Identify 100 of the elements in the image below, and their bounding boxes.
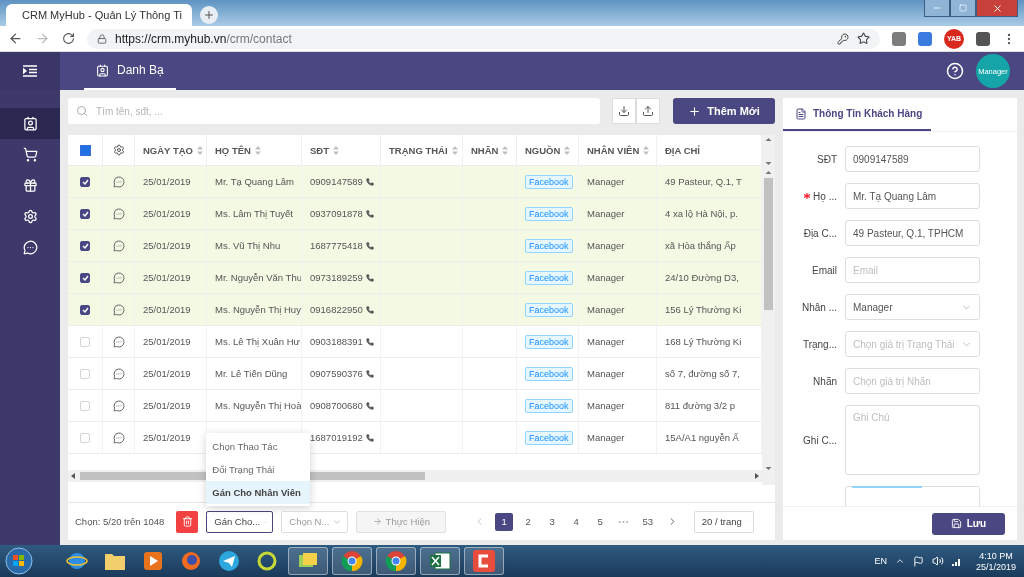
download-button[interactable] [612, 98, 636, 124]
spreadsheet-icon [429, 551, 451, 571]
chevron-up-icon[interactable] [894, 556, 905, 566]
page-button[interactable]: 4 [567, 512, 586, 531]
selection-count: Chọn: 5/20 trên 1048 [75, 516, 165, 527]
close-icon [991, 2, 1003, 14]
row-checkbox[interactable] [80, 272, 90, 283]
plus-icon [203, 9, 215, 21]
name-cell: Mr. Tạ Quang Lâm [215, 176, 295, 187]
field-label: SĐT [817, 153, 837, 165]
page-button[interactable]: 2 [519, 512, 538, 531]
staff-cell: Manager [587, 208, 625, 219]
globe-icon [180, 550, 202, 572]
column-header: ĐỊA CHỈ [665, 144, 700, 156]
delete-button[interactable] [176, 510, 199, 533]
row-checkbox[interactable] [80, 176, 90, 187]
source-tag: Facebook [525, 366, 573, 381]
chat-icon[interactable] [112, 239, 125, 252]
signal-icon[interactable] [951, 556, 962, 566]
menu-icon [23, 65, 37, 77]
menu-item[interactable]: Chọn Thao Tác [206, 434, 311, 458]
column-header: NHÃN [471, 144, 499, 156]
start-button[interactable] [4, 546, 34, 576]
phone-icon[interactable] [365, 337, 374, 346]
chat-icon[interactable] [112, 303, 125, 316]
sidebar-item[interactable] [0, 108, 60, 139]
clock-date[interactable]: 25/1/2019 [975, 561, 1016, 572]
phone-icon[interactable] [365, 241, 374, 250]
upload-field[interactable] [845, 486, 980, 506]
document-icon [795, 107, 807, 120]
circle-logo-icon [341, 550, 363, 572]
action-select[interactable]: Gán Cho... [206, 510, 274, 533]
page-button[interactable]: 3 [543, 512, 562, 531]
page-button[interactable]: 53 [638, 512, 657, 531]
select-field[interactable]: Manager [845, 294, 980, 320]
arrow-right-icon [372, 517, 382, 526]
field-label: Nhân ... [801, 301, 837, 313]
chat-icon[interactable] [112, 175, 125, 188]
address-cell: xã Hòa thắng Ấp [665, 240, 736, 251]
menu-item[interactable]: Đổi Trạng Thái [206, 457, 311, 481]
globe-icon [66, 550, 88, 572]
chat-icon[interactable] [112, 399, 125, 412]
add-new-button[interactable]: Thêm Mới [673, 98, 775, 124]
phone-icon[interactable] [365, 369, 374, 378]
taskbar-button[interactable] [464, 547, 504, 575]
star-icon[interactable] [857, 32, 870, 45]
input-field[interactable]: Mr. Tạ Quang Lâm [845, 183, 980, 209]
chat-icon[interactable] [112, 271, 125, 284]
chat-icon[interactable] [112, 207, 125, 220]
browser-tab[interactable]: CRM MyHub - Quản Lý Thông Ti [6, 4, 192, 26]
source-tag: Facebook [525, 270, 573, 285]
phone-icon[interactable] [365, 305, 374, 314]
phone-icon[interactable] [365, 433, 374, 442]
key-icon[interactable] [837, 32, 849, 45]
phone-icon[interactable] [365, 177, 374, 186]
page-size-select[interactable]: 20 / trang [693, 510, 754, 533]
search-input[interactable]: Tìm tên, sđt, ... [94, 104, 592, 118]
address-field[interactable]: https://crm.myhub.vn/crm/contact [87, 28, 880, 49]
save-button[interactable]: Lưu [932, 512, 1005, 535]
maximize-button[interactable] [950, 0, 976, 17]
menu-button[interactable] [0, 52, 60, 90]
chat-icon[interactable] [112, 431, 125, 444]
name-cell: Ms. Vũ Thị Nhu [215, 240, 281, 251]
extension-icon[interactable] [892, 31, 906, 46]
upload-button[interactable] [636, 98, 660, 124]
reload-icon[interactable] [62, 32, 75, 45]
settings-icon[interactable] [112, 144, 125, 156]
phone-cell: 0916822950 [310, 304, 374, 315]
page-button[interactable]: 5 [591, 512, 610, 531]
name-cell: Ms. Nguyễn Thị Huy [215, 304, 301, 315]
phone-cell: 0907590376 [310, 368, 374, 379]
panel-tab[interactable]: Thông Tin Khách Hàng [783, 98, 931, 131]
chat-icon[interactable] [112, 335, 125, 348]
search-bar[interactable]: Tìm tên, sđt, ... [68, 98, 600, 124]
phone-icon[interactable] [365, 401, 374, 410]
field-label: Nhãn [813, 375, 837, 387]
menu-item[interactable]: Gán Cho Nhân Viên [206, 480, 311, 504]
volume-icon[interactable] [931, 555, 944, 567]
phone-icon[interactable] [365, 273, 374, 282]
back-icon[interactable] [8, 31, 23, 46]
vertical-scrollbar[interactable] [762, 135, 775, 485]
language-indicator[interactable]: EN [874, 556, 887, 566]
input-field[interactable]: 0909147589 [845, 146, 980, 172]
taskbar-button[interactable] [288, 547, 328, 575]
row-checkbox[interactable] [80, 208, 90, 219]
row-checkbox[interactable] [80, 240, 90, 251]
name-cell: Ms. Lâm Thị Tuyết [215, 208, 293, 219]
minimize-button[interactable] [924, 0, 950, 17]
taskbar-button[interactable] [420, 547, 460, 575]
input-field[interactable]: 49 Pasteur, Q.1, TPHCM [845, 220, 980, 246]
select-all-checkbox[interactable] [79, 144, 91, 156]
help-icon[interactable] [946, 62, 964, 80]
date-cell: 25/01/2019 [143, 240, 191, 251]
clock-time[interactable]: 4:10 PM [979, 550, 1013, 561]
flag-icon[interactable] [912, 555, 924, 567]
row-checkbox[interactable] [80, 304, 90, 315]
chat-icon[interactable] [112, 367, 125, 380]
page-button[interactable]: 1 [495, 512, 514, 531]
phone-icon[interactable] [365, 209, 374, 218]
name-cell: Ms. Nguyễn Thị Hoà [215, 400, 301, 411]
